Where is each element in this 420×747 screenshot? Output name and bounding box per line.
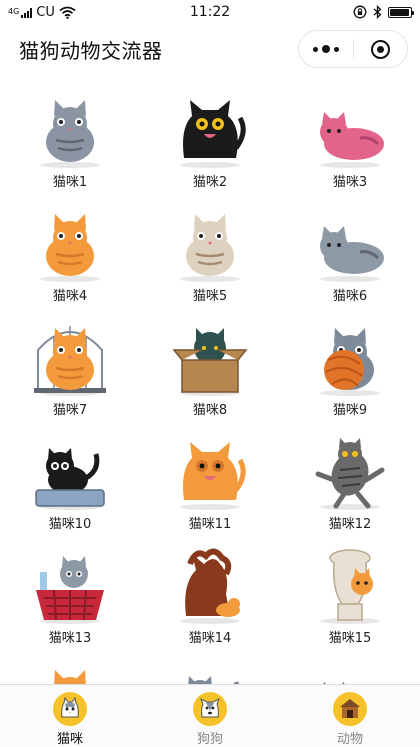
cat-illustration bbox=[320, 328, 380, 396]
cat-illustration bbox=[172, 328, 248, 396]
cat-illustration bbox=[35, 448, 105, 510]
more-dots-icon bbox=[312, 45, 339, 53]
tab-cats[interactable]: 猫咪 bbox=[0, 685, 140, 747]
cat-item[interactable]: 猫咪5 bbox=[140, 198, 280, 312]
close-circle-icon bbox=[370, 39, 390, 59]
cat-item[interactable]: 猫咪3 bbox=[280, 84, 420, 198]
cat-illustration bbox=[320, 549, 380, 624]
tab-label-dogs: 狗狗 bbox=[196, 732, 223, 747]
tab-label-animals: 动物 bbox=[336, 732, 363, 747]
cat-item-label: 猫咪11 bbox=[188, 517, 232, 532]
bluetooth-icon bbox=[373, 5, 382, 19]
mini-program-capsule bbox=[298, 30, 408, 68]
close-button[interactable] bbox=[354, 31, 408, 67]
cat-illustration bbox=[36, 556, 104, 624]
cat-illustration bbox=[34, 326, 106, 396]
tab-bar: 猫咪 狗狗 动物 bbox=[0, 684, 420, 747]
orientation-lock-icon bbox=[353, 5, 367, 19]
cat-item[interactable]: 猫咪14 bbox=[140, 540, 280, 654]
cat-item[interactable] bbox=[0, 654, 140, 684]
page-title: 猫狗动物交流器 bbox=[19, 38, 163, 63]
dog-icon bbox=[193, 692, 227, 726]
cat-item-label: 猫咪15 bbox=[328, 631, 372, 646]
status-bar: 4G CU 11:22 bbox=[0, 0, 420, 24]
cat-item-label: 猫咪8 bbox=[192, 403, 228, 418]
battery-level-fill bbox=[390, 8, 409, 16]
cat-item[interactable] bbox=[280, 654, 420, 684]
cat-item-label: 猫咪1 bbox=[52, 175, 88, 190]
cat-grid: 猫咪1 猫咪2 猫咪3 猫咪4 猫咪5 猫咪6 猫咪7 猫咪8 猫咪9 猫咪10 猫咪11 猫咪12 猫… bbox=[0, 80, 420, 684]
cat-item-label: 猫咪3 bbox=[332, 175, 368, 190]
cat-item[interactable]: 猫咪4 bbox=[0, 198, 140, 312]
cat-illustration bbox=[315, 438, 385, 510]
status-right bbox=[353, 5, 414, 19]
cat-illustration bbox=[323, 682, 345, 684]
more-button[interactable] bbox=[299, 31, 353, 67]
tab-animals[interactable]: 动物 bbox=[280, 685, 420, 747]
tab-dogs[interactable]: 狗狗 bbox=[140, 685, 280, 747]
cat-item[interactable] bbox=[140, 654, 280, 684]
cat-illustration bbox=[180, 548, 240, 624]
cat-item[interactable]: 猫咪6 bbox=[280, 198, 420, 312]
cat-item-label: 猫咪2 bbox=[192, 175, 228, 190]
cat-icon bbox=[53, 692, 87, 726]
cat-illustration bbox=[188, 676, 239, 684]
cat-item-label: 猫咪14 bbox=[188, 631, 232, 646]
tab-label-cats: 猫咪 bbox=[56, 732, 83, 747]
cat-item-label: 猫咪5 bbox=[192, 289, 228, 304]
cat-item-label: 猫咪4 bbox=[52, 289, 88, 304]
cat-item[interactable]: 猫咪10 bbox=[0, 426, 140, 540]
cat-item[interactable]: 猫咪15 bbox=[280, 540, 420, 654]
animal-house-icon bbox=[333, 692, 367, 726]
cat-item[interactable]: 猫咪1 bbox=[0, 84, 140, 198]
cat-item[interactable]: 猫咪12 bbox=[280, 426, 420, 540]
cat-item-label: 猫咪13 bbox=[48, 631, 92, 646]
cat-item[interactable]: 猫咪13 bbox=[0, 540, 140, 654]
cat-illustration bbox=[40, 214, 100, 282]
cat-item[interactable]: 猫咪8 bbox=[140, 312, 280, 426]
cat-item-label: 猫咪6 bbox=[332, 289, 368, 304]
cat-illustration bbox=[40, 100, 100, 168]
cat-illustration bbox=[54, 670, 86, 684]
cat-item-label: 猫咪9 bbox=[332, 403, 368, 418]
cat-illustration bbox=[180, 100, 246, 168]
cat-illustration bbox=[180, 442, 246, 510]
cat-item[interactable]: 猫咪9 bbox=[280, 312, 420, 426]
cat-item[interactable]: 猫咪7 bbox=[0, 312, 140, 426]
nav-bar: 猫狗动物交流器 bbox=[0, 24, 420, 74]
cat-item[interactable]: 猫咪11 bbox=[140, 426, 280, 540]
cat-item[interactable]: 猫咪2 bbox=[140, 84, 280, 198]
cat-illustration bbox=[180, 214, 240, 282]
battery-icon bbox=[388, 6, 414, 18]
cat-item-label: 猫咪12 bbox=[328, 517, 372, 532]
cat-item-label: 猫咪10 bbox=[48, 517, 92, 532]
cat-illustration bbox=[320, 226, 384, 282]
cat-item-label: 猫咪7 bbox=[52, 403, 88, 418]
cat-illustration bbox=[320, 112, 384, 168]
